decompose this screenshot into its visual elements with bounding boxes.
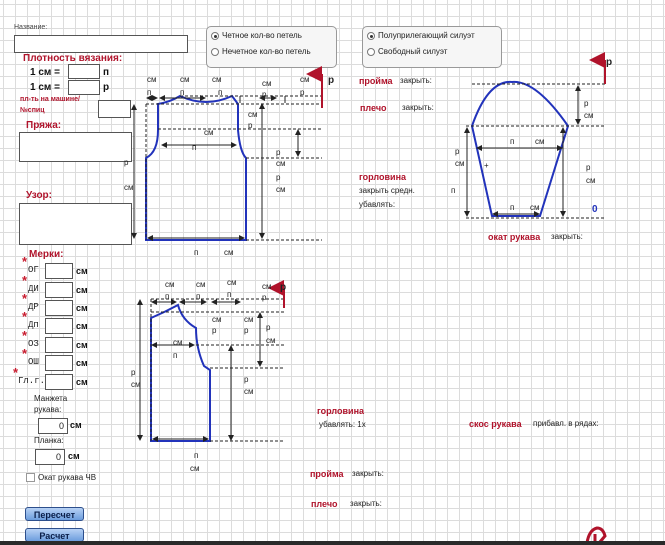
front-cm-3: см (227, 278, 237, 287)
back-p-7: п (192, 143, 196, 152)
sleeve-outline (470, 80, 570, 217)
front-r-8: р (266, 323, 271, 332)
back-piece-outline (145, 94, 247, 241)
back-r-4: р (262, 90, 267, 99)
back-cm-6: см (248, 110, 258, 119)
front-p-3: п (227, 290, 231, 299)
back-cm-5: см (300, 75, 310, 84)
back-shoulder-label: плечо (360, 103, 387, 113)
back-cm-7: см (204, 128, 214, 137)
front-p-1: п (165, 292, 169, 301)
back-neckline-close: закрыть средн. (359, 186, 415, 195)
front-neckline-decrease: убавлять: 1х (319, 420, 366, 429)
back-cm-4: см (262, 79, 272, 88)
back-p-2: п (180, 88, 184, 97)
back-cm-8: см (276, 159, 286, 168)
back-p-1: п (147, 88, 151, 97)
back-r-axis: р (328, 75, 334, 86)
back-p-11: п (194, 248, 198, 257)
front-cm-5: см (212, 315, 222, 324)
sleeve-p-6: п (510, 203, 514, 212)
sleeve-cm-3: см (455, 159, 465, 168)
front-cm-10: см (244, 387, 254, 396)
sleeve-cap-label: окат рукава (488, 232, 541, 242)
front-cm-6: см (244, 315, 254, 324)
front-r-9: р (131, 368, 136, 377)
front-cm-11: см (190, 464, 200, 473)
front-cm-7: см (173, 338, 183, 347)
front-neckline-label: горловина (317, 406, 365, 416)
back-cm-11: см (224, 248, 234, 257)
back-cm-2: см (180, 75, 190, 84)
front-cm-8: см (266, 336, 276, 345)
back-p-3: п (218, 88, 222, 97)
front-r-6: р (244, 326, 249, 335)
sleeve-zero: 0 (592, 204, 598, 215)
sleeve-plus: + (484, 161, 489, 170)
sleeve-cm-1: см (584, 111, 594, 120)
pattern-diagrams: см п см п см п см р см р см р см п р см … (124, 52, 612, 473)
sleeve-r-axis: р (606, 57, 612, 68)
sleeve-r-5: р (586, 163, 591, 172)
back-shoulder-close: закрыть: (402, 103, 434, 112)
back-r-5: р (300, 88, 305, 97)
sleeve-p-2: п (510, 137, 514, 146)
sleeve-r-3: р (455, 147, 460, 156)
front-p-11: п (194, 451, 198, 460)
front-piece-arrows (137, 280, 285, 442)
back-r-10: р (276, 173, 281, 182)
front-armhole-label: пройма (310, 469, 344, 479)
bottom-border (0, 541, 665, 545)
front-cm-4: см (262, 282, 272, 291)
back-cm-3: см (212, 75, 222, 84)
back-neckline-decrease: убавлять: (359, 200, 396, 209)
front-p-2: п (196, 292, 200, 301)
front-p-7: п (173, 351, 177, 360)
back-r-6: р (248, 121, 253, 130)
front-piece-outline (150, 303, 211, 442)
front-r-10: р (244, 375, 249, 384)
front-r-5: р (212, 326, 217, 335)
back-armhole-close: закрыть: (400, 76, 432, 85)
front-armhole-close: закрыть: (352, 469, 384, 478)
back-cm-9: см (124, 183, 134, 192)
sleeve-cm-6: см (530, 203, 540, 212)
back-cm-1: см (147, 75, 157, 84)
front-r-4: р (262, 293, 267, 302)
front-shoulder-label: плечо (311, 499, 338, 509)
back-piece-dims (145, 95, 322, 241)
sleeve-cm-2: см (535, 137, 545, 146)
back-r-8: р (276, 148, 281, 157)
front-shoulder-close: закрыть: (350, 499, 382, 508)
back-neckline-label: горловина (359, 172, 407, 182)
sleeve-cm-5: см (586, 176, 596, 185)
sleeve-r-1: р (584, 99, 589, 108)
sleeve-p-4: п (451, 186, 455, 195)
back-armhole-label: пройма (359, 76, 393, 86)
sleeve-bevel-label: скос рукава (469, 419, 522, 429)
diagram-labels: см п см п см п см р см р см р см п р см … (124, 57, 612, 473)
back-cm-10: см (276, 185, 286, 194)
sleeve-cap-close: закрыть: (551, 232, 583, 241)
sleeve-bevel-add: прибавл. в рядах: (533, 419, 599, 428)
front-cm-2: см (196, 280, 206, 289)
back-r-9: р (124, 158, 129, 167)
front-r-axis: р (280, 282, 286, 293)
front-cm-9: см (131, 380, 141, 389)
front-cm-1: см (165, 280, 175, 289)
